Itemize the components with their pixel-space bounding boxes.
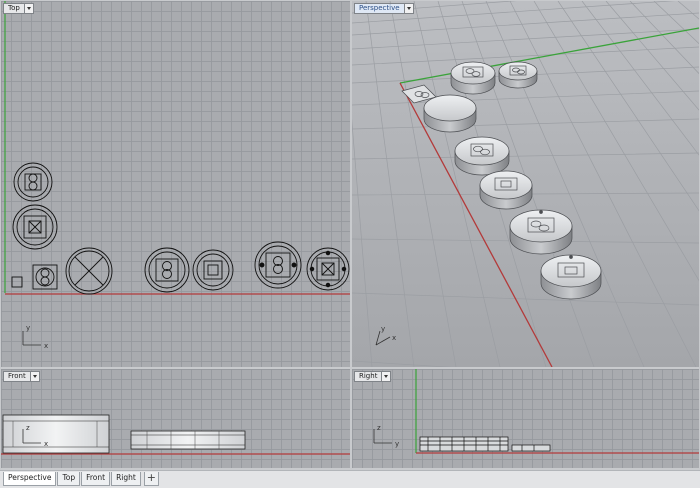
- tab-front[interactable]: Front: [81, 472, 111, 486]
- right-viewport-title: Right: [355, 372, 382, 381]
- right-viewport-dropdown-icon[interactable]: [381, 372, 391, 381]
- front-viewport-title: Front: [4, 372, 30, 381]
- top-part-6[interactable]: [144, 247, 190, 293]
- front-axis-z-label: z: [26, 424, 30, 432]
- perspective-part-8[interactable]: [540, 254, 602, 300]
- perspective-part-4[interactable]: [423, 94, 477, 133]
- tab-perspective[interactable]: Perspective: [3, 472, 57, 486]
- right-axis-y-label: y: [395, 440, 399, 448]
- right-axis-z-label: z: [377, 424, 381, 432]
- top-part-9[interactable]: [306, 247, 350, 291]
- perspective-viewport[interactable]: Perspective y x: [352, 1, 699, 367]
- top-part-2[interactable]: [12, 204, 58, 250]
- right-axis-widget: z y: [373, 424, 399, 448]
- front-axis-x-label: x: [44, 440, 48, 448]
- perspective-viewport-title: Perspective: [355, 4, 404, 13]
- top-part-7[interactable]: [192, 249, 234, 291]
- right-viewport-label[interactable]: Right: [354, 371, 392, 382]
- perspective-viewport-label[interactable]: Perspective: [354, 3, 414, 14]
- perspective-axis-y-label: y: [381, 325, 385, 333]
- perspective-part-5[interactable]: [454, 136, 510, 176]
- front-viewport-label[interactable]: Front: [3, 371, 40, 382]
- add-tab-button[interactable]: +: [143, 472, 159, 486]
- top-viewport-title: Top: [4, 4, 24, 13]
- top-viewport[interactable]: Top y x: [1, 1, 350, 367]
- top-part-3[interactable]: [11, 276, 23, 288]
- viewport-tab-bar: Perspective Top Front Right +: [0, 470, 700, 488]
- front-viewport-dropdown-icon[interactable]: [29, 372, 39, 381]
- right-scene: z y: [373, 369, 699, 454]
- top-axis-x-label: x: [44, 342, 48, 350]
- top-axis-y-label: y: [26, 324, 30, 332]
- perspective-part-2[interactable]: [498, 61, 538, 89]
- perspective-viewport-dropdown-icon[interactable]: [403, 4, 413, 13]
- perspective-part-7[interactable]: [509, 209, 573, 255]
- top-part-4[interactable]: [32, 264, 58, 290]
- right-part-group[interactable]: [419, 436, 551, 452]
- top-part-1[interactable]: [13, 162, 53, 202]
- top-viewport-label[interactable]: Top: [3, 3, 34, 14]
- top-scene: y x: [4, 1, 350, 350]
- perspective-part-6[interactable]: [479, 170, 533, 210]
- top-axis-widget: y x: [22, 324, 48, 350]
- perspective-part-1[interactable]: [450, 61, 496, 95]
- front-scene: z x: [1, 414, 350, 455]
- top-part-8[interactable]: [254, 241, 302, 289]
- tab-top[interactable]: Top: [57, 472, 81, 486]
- perspective-axis-x-label: x: [392, 334, 396, 342]
- front-part-group-1[interactable]: [2, 414, 110, 454]
- front-viewport[interactable]: Front z x: [1, 369, 350, 468]
- top-viewport-dropdown-icon[interactable]: [23, 4, 33, 13]
- front-part-group-2[interactable]: [130, 430, 246, 450]
- perspective-scene: y x: [352, 1, 699, 367]
- tab-right[interactable]: Right: [111, 472, 141, 486]
- top-part-5[interactable]: [65, 247, 113, 295]
- right-viewport[interactable]: Right z y: [352, 369, 699, 468]
